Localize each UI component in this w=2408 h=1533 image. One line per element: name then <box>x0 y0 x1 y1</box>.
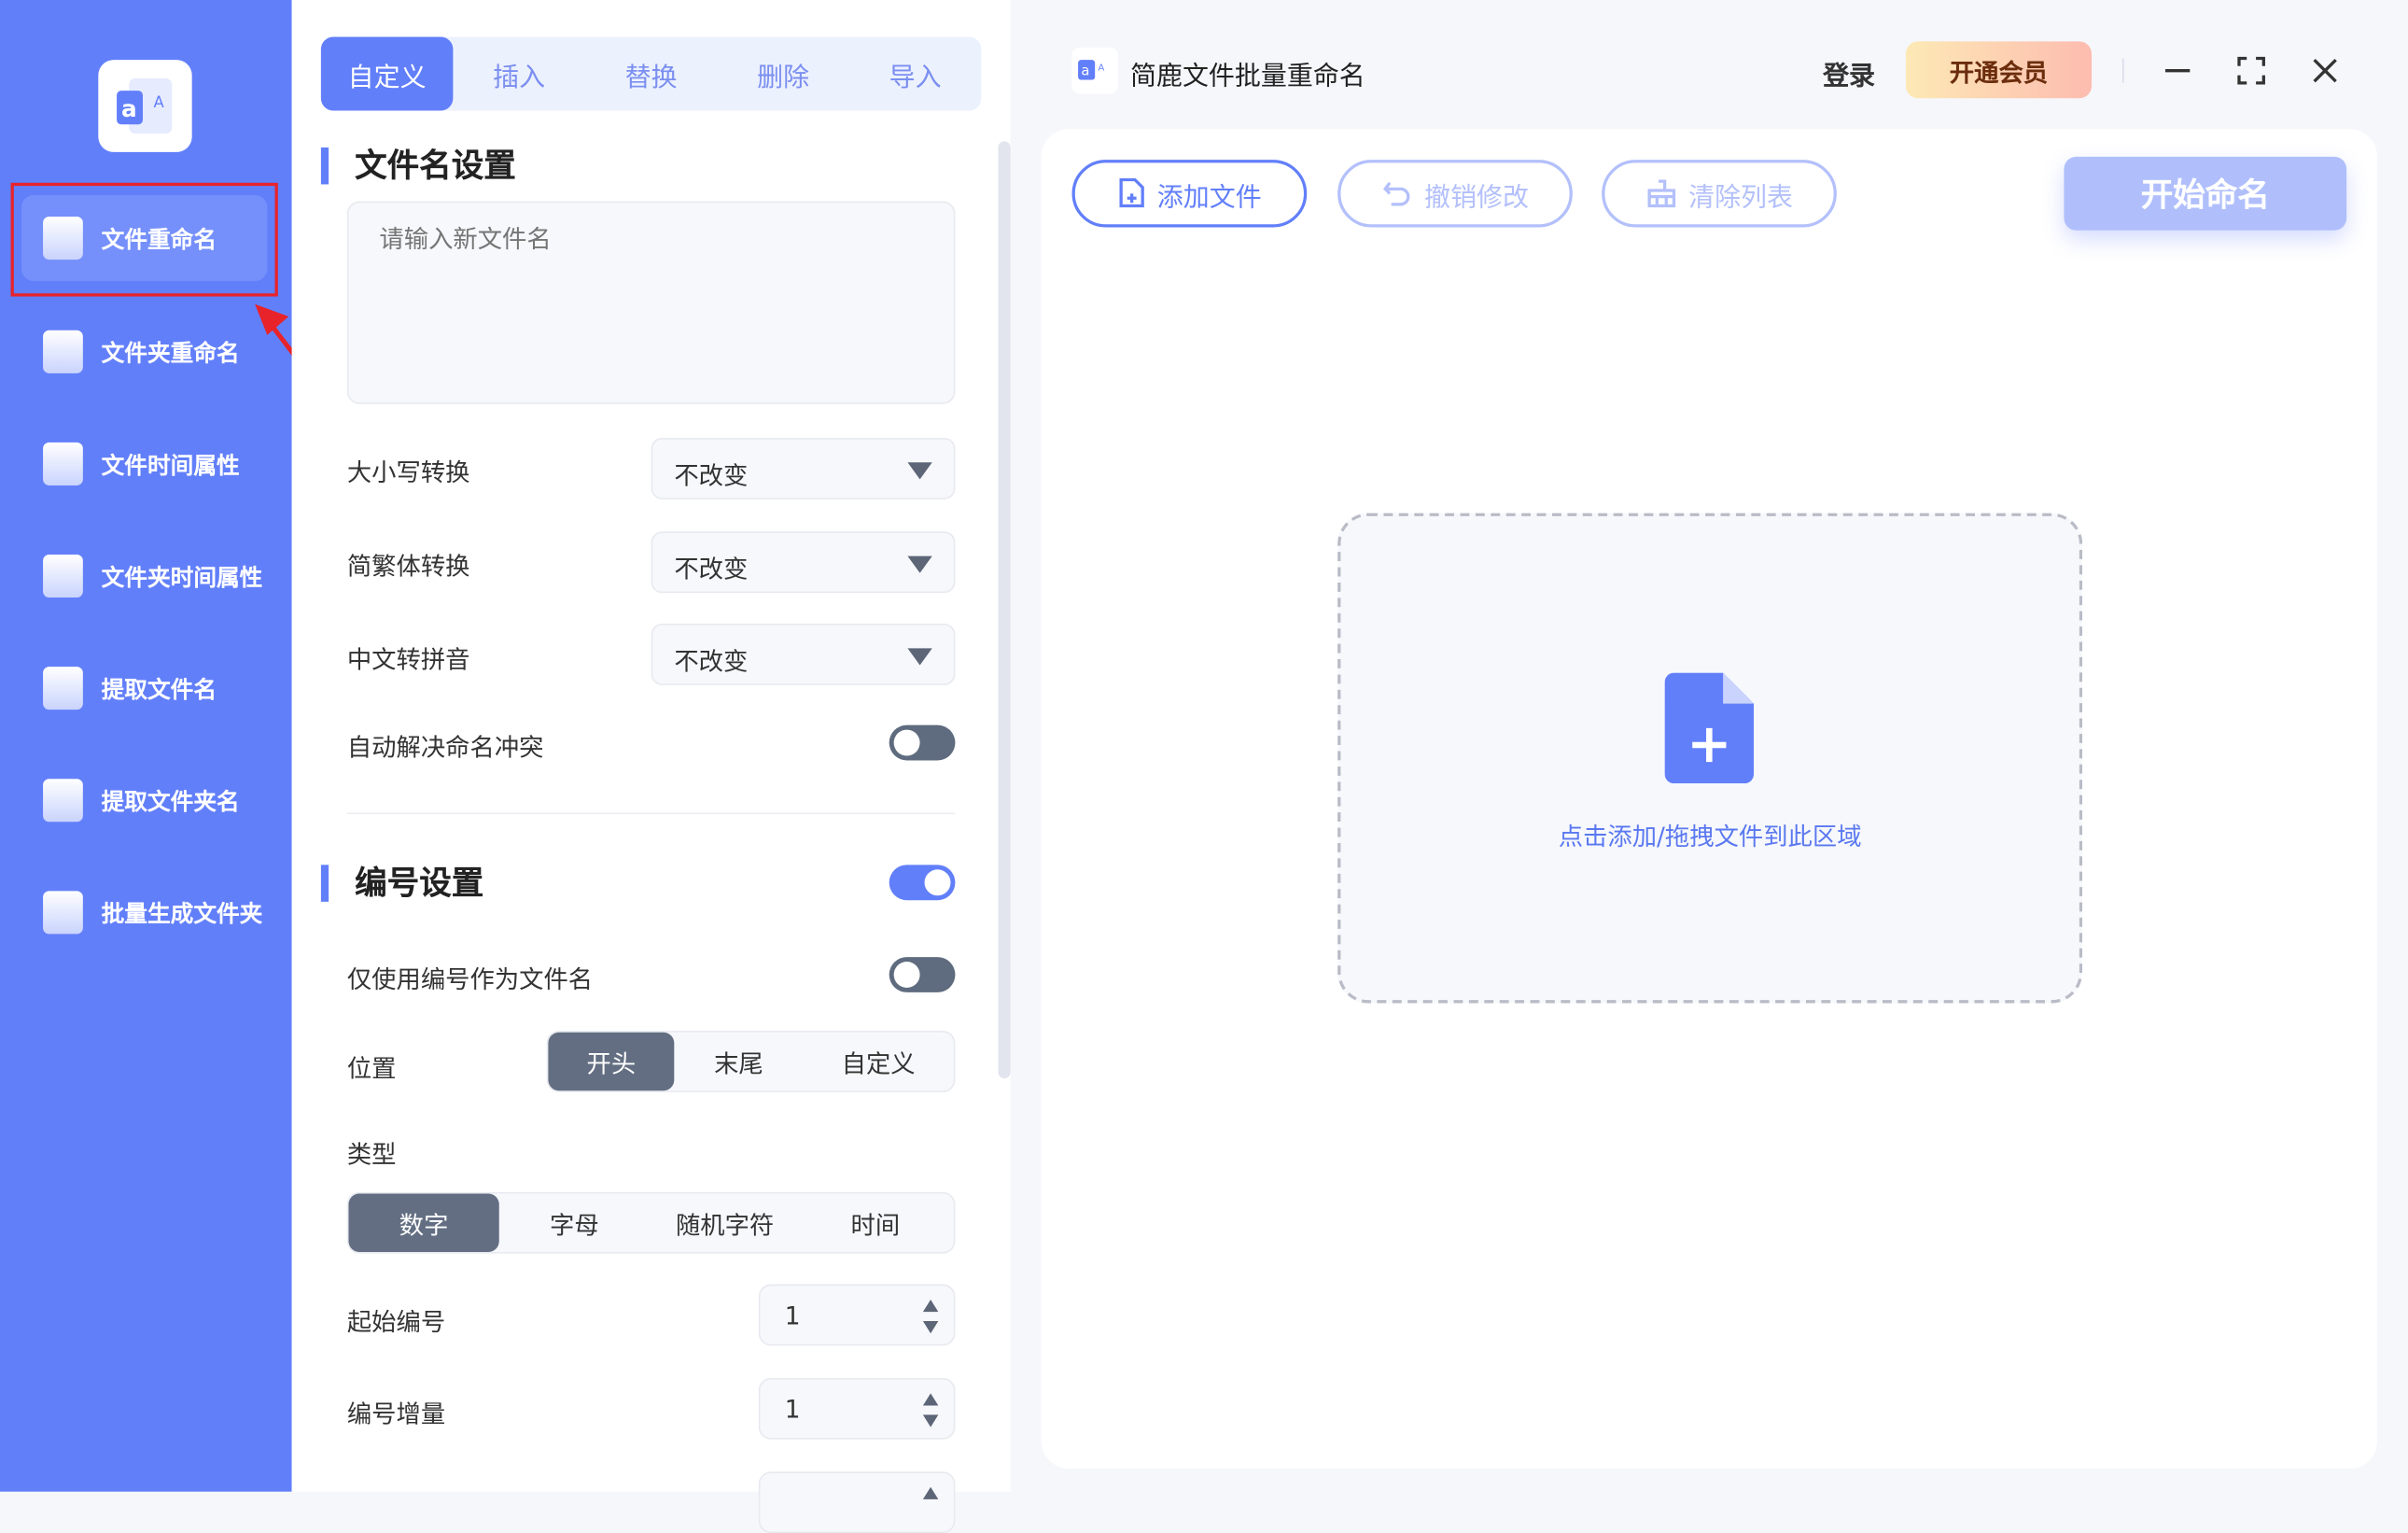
sidebar-item-file-time[interactable]: 文件时间属性 <box>21 421 267 507</box>
file-clock-icon <box>43 442 83 485</box>
broom-icon <box>1646 179 1675 208</box>
start-number-stepper[interactable]: 1 <box>758 1284 956 1346</box>
add-file-icon <box>1118 177 1144 208</box>
chevron-down-icon <box>907 648 932 666</box>
tab-insert[interactable]: 插入 <box>453 36 585 110</box>
numbering-toggle[interactable] <box>889 865 956 901</box>
app-logo: aA <box>98 60 192 152</box>
drop-zone[interactable]: 点击添加/拖拽文件到此区域 <box>1337 513 2083 1004</box>
sidebar: aA 文件重命名 文件夹重命名 文件时间属性 文件夹时间属性 提取文件名 提取文… <box>0 0 318 1492</box>
stepper-partial[interactable] <box>758 1471 956 1533</box>
drop-zone-text: 点击添加/拖拽文件到此区域 <box>1558 822 1862 851</box>
folder-clock-icon <box>43 554 83 598</box>
type-letter[interactable]: 字母 <box>499 1193 650 1252</box>
position-end[interactable]: 末尾 <box>674 1033 803 1091</box>
only-number-label: 仅使用编号作为文件名 <box>346 964 594 994</box>
add-file-label: 添加文件 <box>1156 181 1262 213</box>
conflict-label: 自动解决命名冲突 <box>346 732 544 763</box>
mode-tabs: 自定义 插入 替换 删除 导入 <box>320 36 982 111</box>
minimize-icon[interactable] <box>2163 55 2193 86</box>
divider <box>346 812 956 815</box>
chevron-down-icon <box>907 556 932 573</box>
pinyin-value: 不改变 <box>674 646 749 676</box>
step-stepper[interactable]: 1 <box>758 1377 956 1440</box>
position-start[interactable]: 开头 <box>548 1032 675 1091</box>
sidebar-item-file-rename[interactable]: 文件重命名 <box>21 194 268 282</box>
add-file-icon <box>1664 672 1755 784</box>
separator <box>2121 58 2124 83</box>
position-custom[interactable]: 自定义 <box>804 1033 954 1091</box>
case-select[interactable]: 不改变 <box>651 437 956 499</box>
tab-import[interactable]: 导入 <box>849 36 982 110</box>
start-label: 起始编号 <box>346 1307 446 1337</box>
add-file-button[interactable]: 添加文件 <box>1071 160 1308 228</box>
type-label: 类型 <box>346 1139 397 1170</box>
login-link[interactable]: 登录 <box>1823 54 1875 92</box>
start-rename-button[interactable]: 开始命名 <box>2064 156 2347 231</box>
arrow-up-icon[interactable] <box>922 1300 939 1313</box>
window-title: 简鹿文件批量重命名 <box>1130 61 1365 92</box>
folder-plus-icon <box>43 891 83 935</box>
step-value: 1 <box>784 1395 801 1425</box>
arrow-down-icon[interactable] <box>922 1321 939 1334</box>
clear-list-button[interactable]: 清除列表 <box>1602 160 1837 228</box>
file-icon <box>43 217 83 260</box>
close-icon[interactable] <box>2310 55 2341 86</box>
file-upload-icon <box>43 667 83 710</box>
maximize-icon[interactable] <box>2236 55 2267 86</box>
type-random[interactable]: 随机字符 <box>650 1193 800 1252</box>
svg-text:a: a <box>121 95 137 122</box>
type-number[interactable]: 数字 <box>348 1193 499 1253</box>
svg-text:A: A <box>1098 63 1104 74</box>
conflict-toggle[interactable] <box>889 724 956 761</box>
arrow-up-icon[interactable] <box>922 1486 939 1499</box>
case-value: 不改变 <box>674 460 749 490</box>
svg-text:A: A <box>154 93 165 111</box>
section-title-filename: 文件名设置 <box>320 147 516 185</box>
clear-list-label: 清除列表 <box>1688 181 1794 213</box>
file-list-area: 添加文件 撤销修改 清除列表 开始命名 点击添加/拖拽文件到此区域 <box>1041 129 2378 1470</box>
new-filename-input[interactable] <box>346 201 956 404</box>
position-segmented: 开头 末尾 自定义 <box>546 1031 956 1092</box>
sidebar-item-extract-foldername[interactable]: 提取文件夹名 <box>21 757 267 843</box>
sidebar-item-folder-rename[interactable]: 文件夹重命名 <box>21 309 267 395</box>
case-label: 大小写转换 <box>346 457 470 487</box>
settings-panel: 自定义 插入 替换 删除 导入 文件名设置 大小写转换 不改变 简繁体转换 不改… <box>291 0 1011 1533</box>
pinyin-select[interactable]: 不改变 <box>651 624 956 685</box>
arrow-down-icon[interactable] <box>922 1414 939 1428</box>
folder-up-icon <box>43 779 83 823</box>
tab-delete[interactable]: 删除 <box>717 36 849 110</box>
trad-select[interactable]: 不改变 <box>651 531 956 594</box>
step-label: 编号增量 <box>346 1399 446 1429</box>
folder-icon <box>43 330 83 373</box>
only-number-toggle[interactable] <box>889 957 956 992</box>
undo-icon <box>1382 181 1409 206</box>
trad-label: 简繁体转换 <box>346 551 470 581</box>
start-value: 1 <box>784 1301 801 1330</box>
tab-custom[interactable]: 自定义 <box>320 36 454 111</box>
trad-value: 不改变 <box>674 554 749 584</box>
arrow-up-icon[interactable] <box>922 1393 939 1406</box>
sidebar-item-batch-folders[interactable]: 批量生成文件夹 <box>21 869 267 955</box>
chevron-down-icon <box>907 462 932 480</box>
type-time[interactable]: 时间 <box>800 1193 950 1252</box>
section-title-numbering: 编号设置 <box>320 865 483 902</box>
sidebar-item-folder-time[interactable]: 文件夹时间属性 <box>21 533 267 619</box>
undo-label: 撤销修改 <box>1424 181 1529 213</box>
tab-replace[interactable]: 替换 <box>585 36 718 110</box>
type-segmented: 数字 字母 随机字符 时间 <box>346 1191 956 1254</box>
app-icon: aA <box>1071 48 1118 94</box>
scrollbar[interactable] <box>998 141 1011 1079</box>
vip-button[interactable]: 开通会员 <box>1905 41 2093 99</box>
undo-button[interactable]: 撤销修改 <box>1337 160 1573 228</box>
position-label: 位置 <box>346 1053 397 1084</box>
sidebar-item-extract-filename[interactable]: 提取文件名 <box>21 645 267 731</box>
pinyin-label: 中文转拼音 <box>346 645 470 675</box>
svg-text:a: a <box>1081 63 1089 79</box>
